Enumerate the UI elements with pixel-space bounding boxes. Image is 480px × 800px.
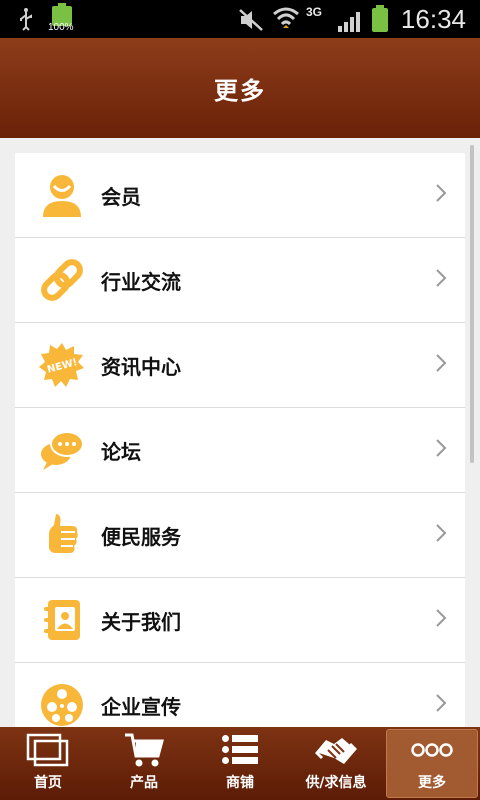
tab-supply-demand[interactable]: 供/求信息 (288, 727, 384, 800)
menu-item-label: 企业宣传 (101, 694, 181, 719)
network-type: 3G (306, 5, 323, 19)
chevron-right-icon (436, 609, 447, 627)
title-bar: 更多 (0, 38, 480, 138)
cart-icon (124, 732, 164, 768)
usb-icon (20, 8, 32, 31)
menu-item-label: 资讯中心 (101, 354, 181, 379)
menu-list: 会员 行业交流 NEW! 资讯中心 论坛 便民服务 关于我们 企业宣传 (15, 153, 465, 748)
contact-book-icon (39, 597, 85, 643)
menu-item-forum[interactable]: 论坛 (15, 408, 465, 493)
link-icon (39, 257, 85, 303)
film-reel-icon (39, 682, 85, 728)
home-windows-icon (26, 732, 70, 768)
menu-item-convenience-services[interactable]: 便民服务 (15, 493, 465, 578)
tab-label: 产品 (130, 775, 158, 791)
menu-item-label: 会员 (101, 184, 141, 209)
battery-icon (372, 5, 388, 32)
chat-bubbles-icon (39, 427, 85, 473)
menu-item-news-center[interactable]: NEW! 资讯中心 (15, 323, 465, 408)
user-icon (39, 172, 85, 218)
battery-percent: 100% (48, 22, 74, 33)
menu-item-label: 便民服务 (101, 524, 181, 549)
tab-label: 更多 (418, 775, 446, 791)
menu-item-industry-exchange[interactable]: 行业交流 (15, 238, 465, 323)
tab-shops[interactable]: 商铺 (192, 727, 288, 800)
menu-item-label: 行业交流 (101, 269, 181, 294)
handshake-icon (314, 732, 358, 768)
signal-icon (338, 12, 360, 32)
clock: 16:34 (400, 4, 466, 34)
tab-more[interactable]: 更多 (384, 727, 480, 800)
list-icon (222, 732, 258, 768)
tab-label: 商铺 (226, 775, 254, 791)
tab-label: 供/求信息 (305, 775, 367, 791)
chevron-right-icon (436, 269, 447, 287)
menu-item-about-us[interactable]: 关于我们 (15, 578, 465, 663)
chevron-right-icon (436, 439, 447, 457)
thumbs-up-icon (39, 512, 85, 558)
wifi-icon (273, 7, 299, 28)
chevron-right-icon (436, 184, 447, 202)
mute-icon (239, 9, 263, 31)
new-badge-icon: NEW! (39, 342, 85, 388)
tab-home[interactable]: 首页 (0, 727, 96, 800)
status-bar: 100% 3G 16:34 (0, 0, 480, 38)
more-dots-icon (410, 732, 454, 768)
chevron-right-icon (436, 524, 447, 542)
menu-item-label: 关于我们 (101, 609, 181, 634)
tab-label: 首页 (34, 775, 62, 791)
menu-item-member[interactable]: 会员 (15, 153, 465, 238)
menu-item-label: 论坛 (101, 439, 141, 464)
scrollbar[interactable] (470, 145, 474, 463)
tab-products[interactable]: 产品 (96, 727, 192, 800)
page-title: 更多 (214, 76, 266, 105)
bottom-tab-bar: 首页 产品 商铺 供/求信息 更多 (0, 727, 480, 800)
chevron-right-icon (436, 354, 447, 372)
chevron-right-icon (436, 694, 447, 712)
